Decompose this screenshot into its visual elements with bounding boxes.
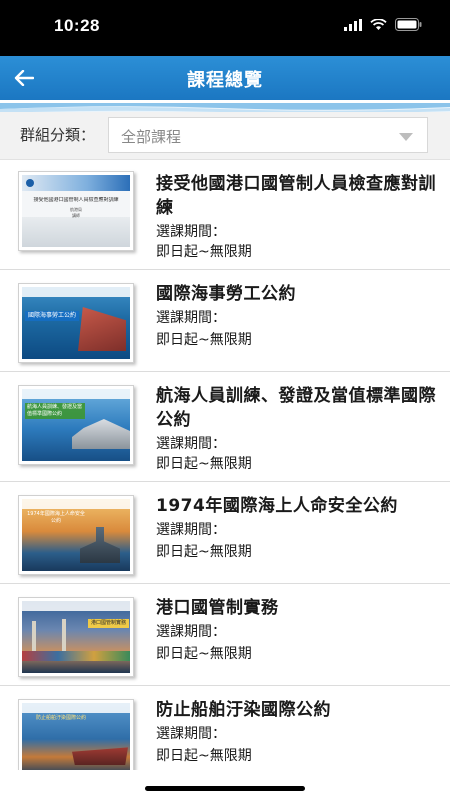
course-item[interactable]: 港口國管制實務 港口國管制實務 選課期間： 即日起~無限期 (0, 584, 450, 686)
course-item[interactable]: 防止船舶汙染國際公約 防止船舶汙染國際公約 選課期間： 即日起~無限期 (0, 686, 450, 770)
page-title: 課程總覽 (187, 70, 263, 91)
course-item[interactable]: 航海人員訓練、發證及當值標準國際公約 航海人員訓練、發證及當值標準國際公約 選課… (0, 372, 450, 482)
status-bar: 10:28 (0, 0, 450, 56)
filter-selected-value: 全部課程 (121, 128, 182, 146)
course-list: 接受他國港口國管制人員檢查應對訓練 航港局 講師 接受他國港口國管制人員檢查應對… (0, 160, 450, 770)
course-item[interactable]: 接受他國港口國管制人員檢查應對訓練 航港局 講師 接受他國港口國管制人員檢查應對… (0, 160, 450, 270)
course-item[interactable]: 國際海事勞工公約 國際海事勞工公約 選課期間： 即日起~無限期 (0, 270, 450, 372)
course-period-value: 即日起~無限期 (156, 544, 252, 560)
dropdown-caret-icon (399, 133, 413, 141)
course-period-value: 即日起~無限期 (156, 748, 252, 764)
course-title: 1974年國際海上人命安全公約 (156, 496, 398, 516)
course-period-value: 即日起~無限期 (156, 332, 252, 348)
thumbnail-text: 防止船舶汙染國際公約 (35, 715, 86, 721)
filter-label: 群組分類： (20, 126, 96, 144)
battery-icon (395, 18, 422, 31)
thumbnail-text: 港口國管制實務 (88, 619, 130, 628)
header-wave-decoration (0, 100, 450, 112)
filter-row: 群組分類： 全部課程 (0, 112, 450, 160)
course-period-label: 選課期間： (156, 522, 226, 538)
thumbnail-text: 國際海事勞工公約 (25, 311, 80, 321)
course-thumbnail: 接受他國港口國管制人員檢查應對訓練 航港局 講師 (18, 171, 134, 251)
home-indicator[interactable] (145, 786, 305, 791)
thumbnail-subtext: 航港局 (70, 207, 82, 212)
course-title: 防止船舶汙染國際公約 (156, 700, 331, 720)
nav-bar: 課程總覽 (0, 56, 450, 100)
course-thumbnail: 港口國管制實務 (18, 597, 134, 677)
course-period-label: 選課期間： (156, 310, 226, 326)
wifi-icon (370, 18, 387, 30)
course-thumbnail: 1974年國際海上人命安全公約 (18, 495, 134, 575)
course-period-label: 選課期間： (156, 224, 226, 240)
status-time: 10:28 (54, 16, 100, 35)
course-thumbnail: 國際海事勞工公約 (18, 283, 134, 363)
thumbnail-text: 接受他國港口國管制人員檢查應對訓練 (33, 197, 119, 203)
group-filter-select[interactable]: 全部課程 (108, 117, 428, 153)
course-title: 航海人員訓練、發證及當值標準國際公約 (156, 386, 436, 430)
course-thumbnail: 航海人員訓練、發證及當值標準國際公約 (18, 385, 134, 465)
course-title: 接受他國港口國管制人員檢查應對訓練 (156, 174, 436, 218)
course-period-value: 即日起~無限期 (156, 456, 252, 472)
status-icons (344, 18, 422, 31)
course-item[interactable]: 1974年國際海上人命安全公約 1974年國際海上人命安全公約 選課期間： 即日… (0, 482, 450, 584)
course-title: 港口國管制實務 (156, 598, 279, 618)
thumbnail-text: 1974年國際海上人命安全公約 (27, 511, 85, 524)
course-title: 國際海事勞工公約 (156, 284, 296, 304)
course-thumbnail: 防止船舶汙染國際公約 (18, 699, 134, 770)
thumbnail-subtext: 講師 (72, 213, 80, 218)
course-period-label: 選課期間： (156, 436, 226, 452)
thumbnail-text: 航海人員訓練、發證及當值標準國際公約 (25, 403, 85, 419)
course-period-value: 即日起~無限期 (156, 646, 252, 662)
signal-icon (344, 18, 362, 31)
course-period-label: 選課期間： (156, 726, 226, 742)
course-period-value: 即日起~無限期 (156, 244, 252, 260)
course-period-label: 選課期間： (156, 624, 226, 640)
